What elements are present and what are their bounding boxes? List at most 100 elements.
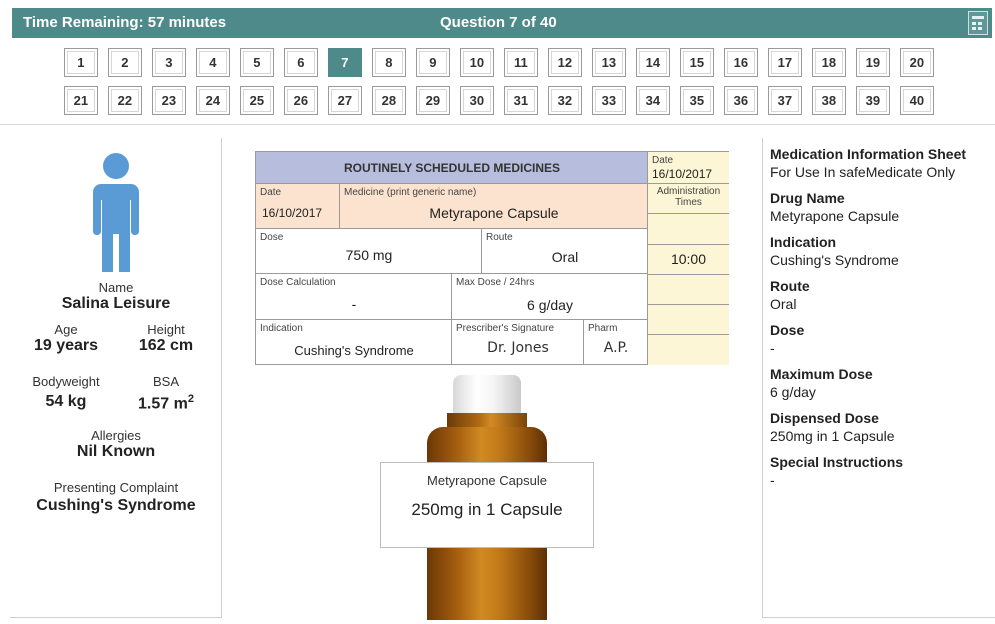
question-button-9[interactable]: 9 [416, 48, 450, 77]
patient-age: 19 years [33, 337, 99, 354]
question-button-15[interactable]: 15 [680, 48, 714, 77]
calculator-icon[interactable] [968, 11, 988, 35]
question-button-13[interactable]: 13 [592, 48, 626, 77]
admin-times-label: Administration Times [656, 186, 721, 208]
question-button-22[interactable]: 22 [108, 86, 142, 115]
signature-cell: Prescriber's Signature Dr. Jones [452, 320, 584, 365]
question-button-3[interactable]: 3 [152, 48, 186, 77]
medicine-value: Metyrapone Capsule [429, 205, 559, 221]
question-button-35[interactable]: 35 [680, 86, 714, 115]
question-button-6[interactable]: 6 [284, 48, 318, 77]
dose-calc-cell: Dose Calculation - [256, 274, 452, 320]
route-heading: Route [770, 278, 810, 294]
question-button-32[interactable]: 32 [548, 86, 582, 115]
question-button-10[interactable]: 10 [460, 48, 494, 77]
route-info-value: Oral [770, 296, 797, 312]
question-button-17[interactable]: 17 [768, 48, 802, 77]
date-value: 16/10/2017 [262, 206, 323, 220]
patient-complaint: Cushing's Syndrome [36, 497, 196, 514]
question-button-39[interactable]: 39 [856, 86, 890, 115]
question-button-12[interactable]: 12 [548, 48, 582, 77]
time-slot-empty-1 [648, 214, 729, 245]
time-remaining: Time Remaining: 57 minutes [23, 14, 227, 31]
question-button-38[interactable]: 38 [812, 86, 846, 115]
bottle-cap [453, 375, 521, 415]
question-button-33[interactable]: 33 [592, 86, 626, 115]
question-button-40[interactable]: 40 [900, 86, 934, 115]
question-button-23[interactable]: 23 [152, 86, 186, 115]
patient-bodyweight: 54 kg [45, 393, 87, 410]
max-dose-cell: Max Dose / 24hrs 6 g/day [452, 274, 648, 320]
question-button-16[interactable]: 16 [724, 48, 758, 77]
time-slot-empty-2 [648, 275, 729, 305]
drug-name-value: Metyrapone Capsule [770, 208, 900, 224]
dose-value: 750 mg [345, 247, 393, 263]
indication-value: Cushing's Syndrome [294, 343, 414, 358]
signature-value: Dr. Jones [487, 340, 549, 356]
question-button-1[interactable]: 1 [64, 48, 98, 77]
question-button-19[interactable]: 19 [856, 48, 890, 77]
question-button-37[interactable]: 37 [768, 86, 802, 115]
question-button-31[interactable]: 31 [504, 86, 538, 115]
indication-cell: Indication Cushing's Syndrome [256, 320, 452, 365]
date-label: Date [260, 187, 282, 198]
route-label: Route [486, 232, 513, 243]
question-button-29[interactable]: 29 [416, 86, 450, 115]
question-button-18[interactable]: 18 [812, 48, 846, 77]
medicine-label: Medicine (print generic name) [344, 187, 477, 198]
max-dose-info-value: 6 g/day [770, 384, 816, 400]
date-header-label: Date [652, 155, 674, 166]
bsa-exponent: 2 [187, 393, 194, 405]
patient-bsa: 1.57 m2 [116, 393, 216, 413]
age-label: Age [54, 322, 78, 337]
question-button-28[interactable]: 28 [372, 86, 406, 115]
bsa-label: BSA [152, 374, 179, 389]
question-button-26[interactable]: 26 [284, 86, 318, 115]
chart-title: ROUTINELY SCHEDULED MEDICINES [343, 161, 561, 175]
question-button-7[interactable]: 7 [328, 48, 362, 77]
dose-label: Dose [260, 232, 284, 243]
pharm-value: A.P. [603, 340, 629, 356]
question-button-20[interactable]: 20 [900, 48, 934, 77]
date-header-value: 16/10/2017 [652, 167, 713, 181]
question-button-24[interactable]: 24 [196, 86, 230, 115]
question-button-5[interactable]: 5 [240, 48, 274, 77]
patient-height: 162 cm [138, 337, 194, 354]
patient-panel: Name Salina Leisure Age 19 years Height … [10, 138, 222, 618]
info-subtitle: For Use In safeMedicate Only [770, 164, 956, 180]
bottle-label-strength: 250mg in 1 Capsule [411, 500, 563, 519]
question-button-21[interactable]: 21 [64, 86, 98, 115]
pharm-cell: Pharm A.P. [584, 320, 648, 365]
question-button-36[interactable]: 36 [724, 86, 758, 115]
max-dose-heading: Maximum Dose [770, 366, 873, 382]
indication-label: Indication [260, 323, 303, 334]
drug-name-heading: Drug Name [770, 190, 845, 206]
dispensed-heading: Dispensed Dose [770, 410, 879, 426]
allergies-label: Allergies [91, 428, 141, 443]
name-label: Name [98, 280, 134, 295]
patient-name: Salina Leisure [61, 295, 171, 312]
question-button-11[interactable]: 11 [504, 48, 538, 77]
admin-time-value: 10:00 [670, 251, 707, 267]
chart-date-header: Date 16/10/2017 [648, 152, 729, 184]
question-button-25[interactable]: 25 [240, 86, 274, 115]
pharm-label: Pharm [588, 323, 618, 334]
time-slot-1: 10:00 [648, 245, 729, 275]
question-button-2[interactable]: 2 [108, 48, 142, 77]
patient-allergies: Nil Known [76, 443, 156, 460]
indication-heading: Indication [770, 234, 837, 250]
question-button-4[interactable]: 4 [196, 48, 230, 77]
question-navigator: 1 2 3 4 5 6 7 8 9 10 11 12 13 14 15 16 17 18 19 20 21 22 23 24… [64, 48, 944, 124]
question-button-30[interactable]: 30 [460, 86, 494, 115]
dose-heading: Dose [770, 322, 805, 338]
question-button-27[interactable]: 27 [328, 86, 362, 115]
indication-info-value: Cushing's Syndrome [770, 252, 899, 268]
medicine-cell: Medicine (print generic name) Metyrapone… [340, 184, 648, 229]
height-label: Height [147, 322, 185, 337]
bodyweight-label: Bodyweight [32, 374, 100, 389]
bottle-label-name: Metyrapone Capsule [427, 473, 547, 488]
question-button-8[interactable]: 8 [372, 48, 406, 77]
chart-title-cell: ROUTINELY SCHEDULED MEDICINES [256, 152, 648, 184]
question-button-14[interactable]: 14 [636, 48, 670, 77]
question-button-34[interactable]: 34 [636, 86, 670, 115]
